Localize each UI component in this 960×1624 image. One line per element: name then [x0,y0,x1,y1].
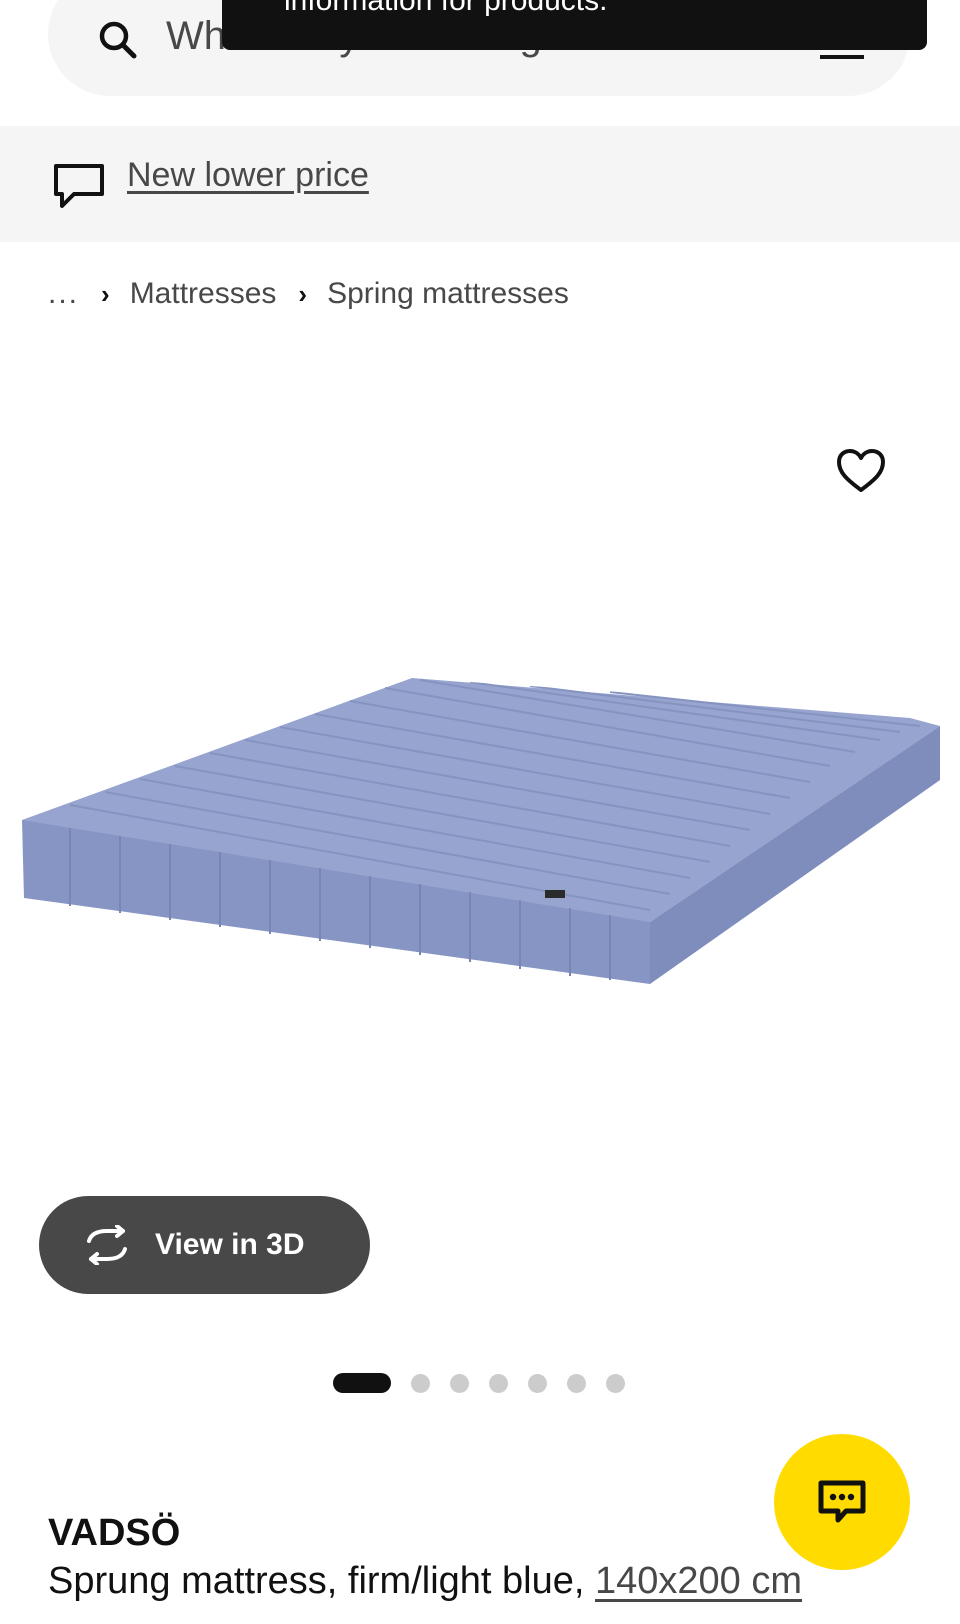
pagination-dot[interactable] [450,1373,469,1393]
breadcrumb-item-mattresses[interactable]: Mattresses [130,277,277,311]
product-image[interactable] [10,660,950,1040]
chat-icon [818,1480,866,1523]
product-name: VADSÖ [48,1512,181,1554]
chat-button[interactable] [774,1434,910,1570]
pagination-dot[interactable] [489,1373,508,1393]
product-size-link[interactable]: 140x200 cm [595,1560,802,1602]
speech-bubble-icon [54,164,104,208]
view-in-3d-button[interactable]: View in 3D [39,1196,370,1294]
product-description-text: Sprung mattress, firm/light blue, [48,1560,585,1602]
heart-icon[interactable] [836,448,886,494]
breadcrumb-ellipsis[interactable]: ... [48,277,79,311]
toast-notification: information for products. [222,0,927,50]
pagination-dot[interactable] [567,1373,586,1393]
promo-banner: New lower price [0,126,960,242]
pagination-dot[interactable] [606,1373,625,1393]
product-description: Sprung mattress, firm/light blue, 140x20… [48,1560,802,1603]
product-page: What are you looking for? information fo… [0,0,960,1624]
pagination-dot[interactable] [528,1373,547,1393]
image-pagination [333,1373,645,1393]
view-in-3d-label: View in 3D [155,1228,305,1261]
pagination-dot[interactable] [411,1373,430,1393]
pagination-dot-active[interactable] [333,1373,391,1393]
new-lower-price-link[interactable]: New lower price [127,156,369,195]
breadcrumb: ... › Mattresses › Spring mattresses [48,274,569,314]
breadcrumb-item-spring-mattresses[interactable]: Spring mattresses [327,277,569,311]
toast-message: information for products. [284,0,608,17]
chevron-right-icon: › [101,278,110,309]
rotate-3d-icon [87,1225,127,1265]
search-icon[interactable] [96,18,140,62]
chevron-right-icon: › [298,278,308,309]
